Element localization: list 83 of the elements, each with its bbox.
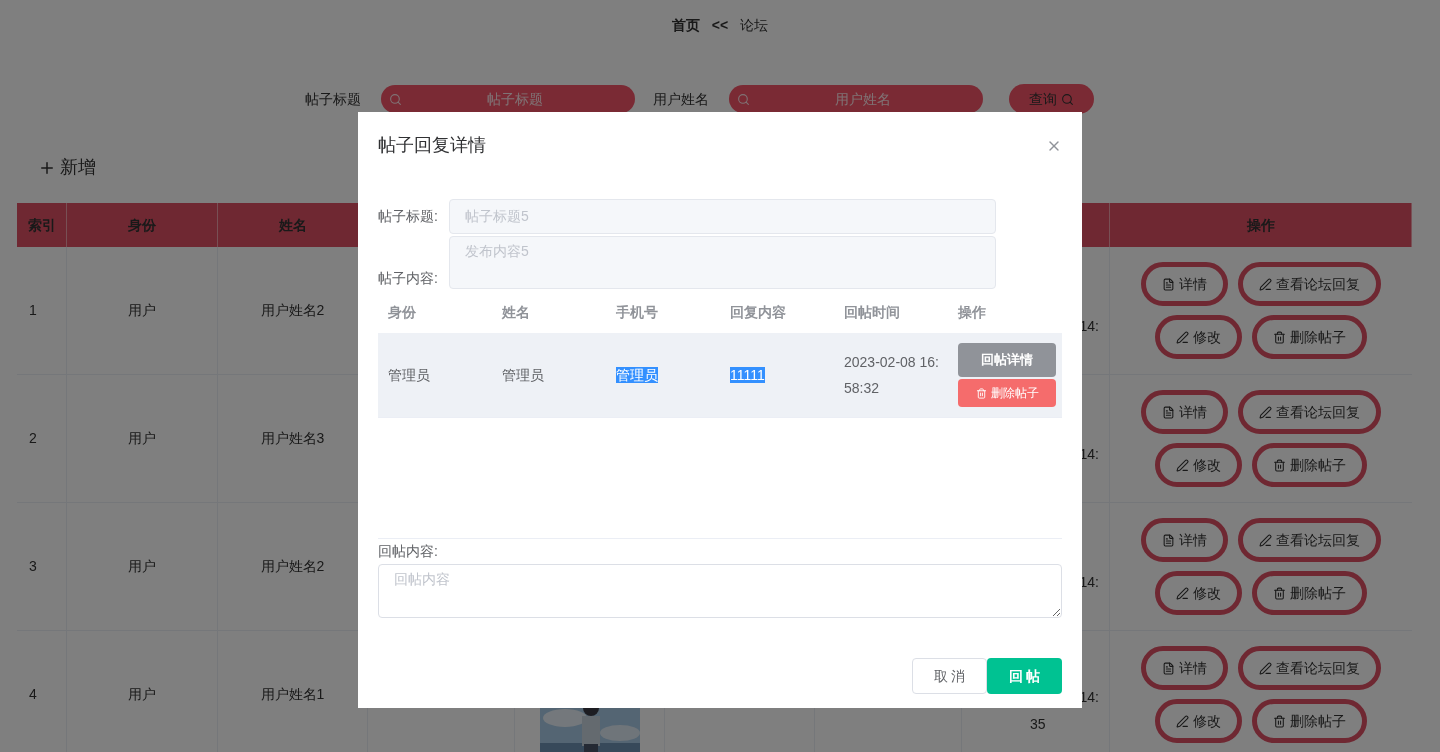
document-icon xyxy=(1162,277,1175,291)
column-header: 操作 xyxy=(957,302,987,322)
breadcrumb-item[interactable]: << xyxy=(711,15,729,36)
column-header: 身份 xyxy=(128,215,156,235)
column-header: 回复内容 xyxy=(729,302,787,322)
table-cell-text: 1 xyxy=(29,301,37,320)
action-button[interactable]: 详情 xyxy=(1141,518,1228,562)
table-cell-text: 4 xyxy=(29,685,37,704)
table-cell-text: 14: xyxy=(1079,445,1099,464)
column-header: 索引 xyxy=(27,215,56,235)
action-button[interactable]: 查看论坛回复 xyxy=(1238,262,1381,306)
pencil-icon xyxy=(1176,714,1189,728)
table-cell-text: 2 xyxy=(29,429,37,448)
table-cell-text: 用户 xyxy=(128,557,156,576)
action-button[interactable]: 删除帖子 xyxy=(1252,699,1367,743)
search-icon xyxy=(737,92,750,106)
action-button[interactable]: 修改 xyxy=(1155,571,1242,615)
table-row[interactable]: 管理员 管理员 管理员 11111 2023-02-08 16:58:32 回帖详情 删除帖子 xyxy=(378,333,1062,418)
action-button[interactable]: 详情 xyxy=(1141,262,1228,306)
action-button[interactable]: 删除帖子 xyxy=(1252,443,1367,487)
document-icon xyxy=(1162,533,1175,547)
action-button[interactable]: 删除帖子 xyxy=(1252,315,1367,359)
table-cell-text: 用户姓名2 xyxy=(260,557,325,576)
pencil-icon xyxy=(1176,586,1189,600)
table-cell-text: 14: xyxy=(1079,687,1099,707)
pencil-icon xyxy=(1259,533,1272,547)
reply-button[interactable]: 回 帖 xyxy=(987,658,1062,694)
table-cell-text: 14: xyxy=(1079,573,1099,592)
action-button[interactable]: 修改 xyxy=(1155,315,1242,359)
table-cell: 11111 xyxy=(730,367,765,383)
search-icon xyxy=(389,92,402,106)
column-header: 回帖时间 xyxy=(843,302,901,322)
table-cell: 管理员 xyxy=(388,367,430,383)
trash-icon xyxy=(1273,458,1286,472)
table-cell-text: 用户 xyxy=(128,685,156,704)
field-label: 帖子内容: xyxy=(378,269,439,288)
action-button[interactable]: 删除帖子 xyxy=(1252,571,1367,615)
action-button[interactable]: 详情 xyxy=(1141,390,1228,434)
trash-icon xyxy=(975,387,987,399)
pencil-icon xyxy=(1259,277,1272,291)
search-label: 用户姓名 xyxy=(653,89,709,109)
action-button[interactable]: 查看论坛回复 xyxy=(1238,646,1381,690)
pencil-icon xyxy=(1176,458,1189,472)
breadcrumb-item[interactable]: 首页 xyxy=(671,15,700,36)
search-label: 帖子标题 xyxy=(305,89,361,109)
column-header: 姓名 xyxy=(278,215,307,235)
trash-icon xyxy=(1273,714,1286,728)
table-cell-text: 用户 xyxy=(128,301,156,320)
table-cell-text: 35 xyxy=(1029,714,1047,734)
action-button[interactable]: 详情 xyxy=(1141,646,1228,690)
table-cell-text: 3 xyxy=(29,557,37,576)
field-label: 帖子标题: xyxy=(378,207,439,226)
search-icon xyxy=(1061,92,1074,106)
trash-icon xyxy=(1273,586,1286,600)
table-cell: 2023-02-08 16:58:32 xyxy=(844,354,939,396)
action-button[interactable]: 查看论坛回复 xyxy=(1238,518,1381,562)
delete-button[interactable]: 删除帖子 xyxy=(958,379,1056,407)
action-button[interactable]: 修改 xyxy=(1155,443,1242,487)
dialog-title: 帖子回复详情 xyxy=(378,134,486,157)
column-header: 手机号 xyxy=(615,302,659,322)
field-label: 回帖内容: xyxy=(378,543,438,559)
table-cell-text: 14: xyxy=(1079,317,1099,336)
table-cell-text: 用户 xyxy=(128,429,156,448)
table-cell: 管理员 xyxy=(502,367,544,383)
breadcrumb-item[interactable]: 论坛 xyxy=(740,15,769,36)
action-button[interactable]: 修改 xyxy=(1155,699,1242,743)
table-cell: 管理员 xyxy=(616,367,658,383)
document-icon xyxy=(1162,405,1175,419)
action-button[interactable]: 查看论坛回复 xyxy=(1238,390,1381,434)
pencil-icon xyxy=(1176,330,1189,344)
add-button[interactable]: 新增 xyxy=(38,154,96,181)
pencil-icon xyxy=(1259,405,1272,419)
trash-icon xyxy=(1273,330,1286,344)
table-cell-text: 用户姓名3 xyxy=(260,429,325,448)
column-header: 操作 xyxy=(1246,215,1275,235)
pencil-icon xyxy=(1259,661,1272,675)
column-header: 身份 xyxy=(387,302,417,322)
table-cell-text: 用户姓名2 xyxy=(260,301,325,320)
cancel-button[interactable]: 取 消 xyxy=(912,658,987,694)
column-header: 姓名 xyxy=(501,302,531,322)
document-icon xyxy=(1162,661,1175,675)
detail-button[interactable]: 回帖详情 xyxy=(958,343,1056,377)
table-cell-text: 用户姓名1 xyxy=(260,685,325,704)
